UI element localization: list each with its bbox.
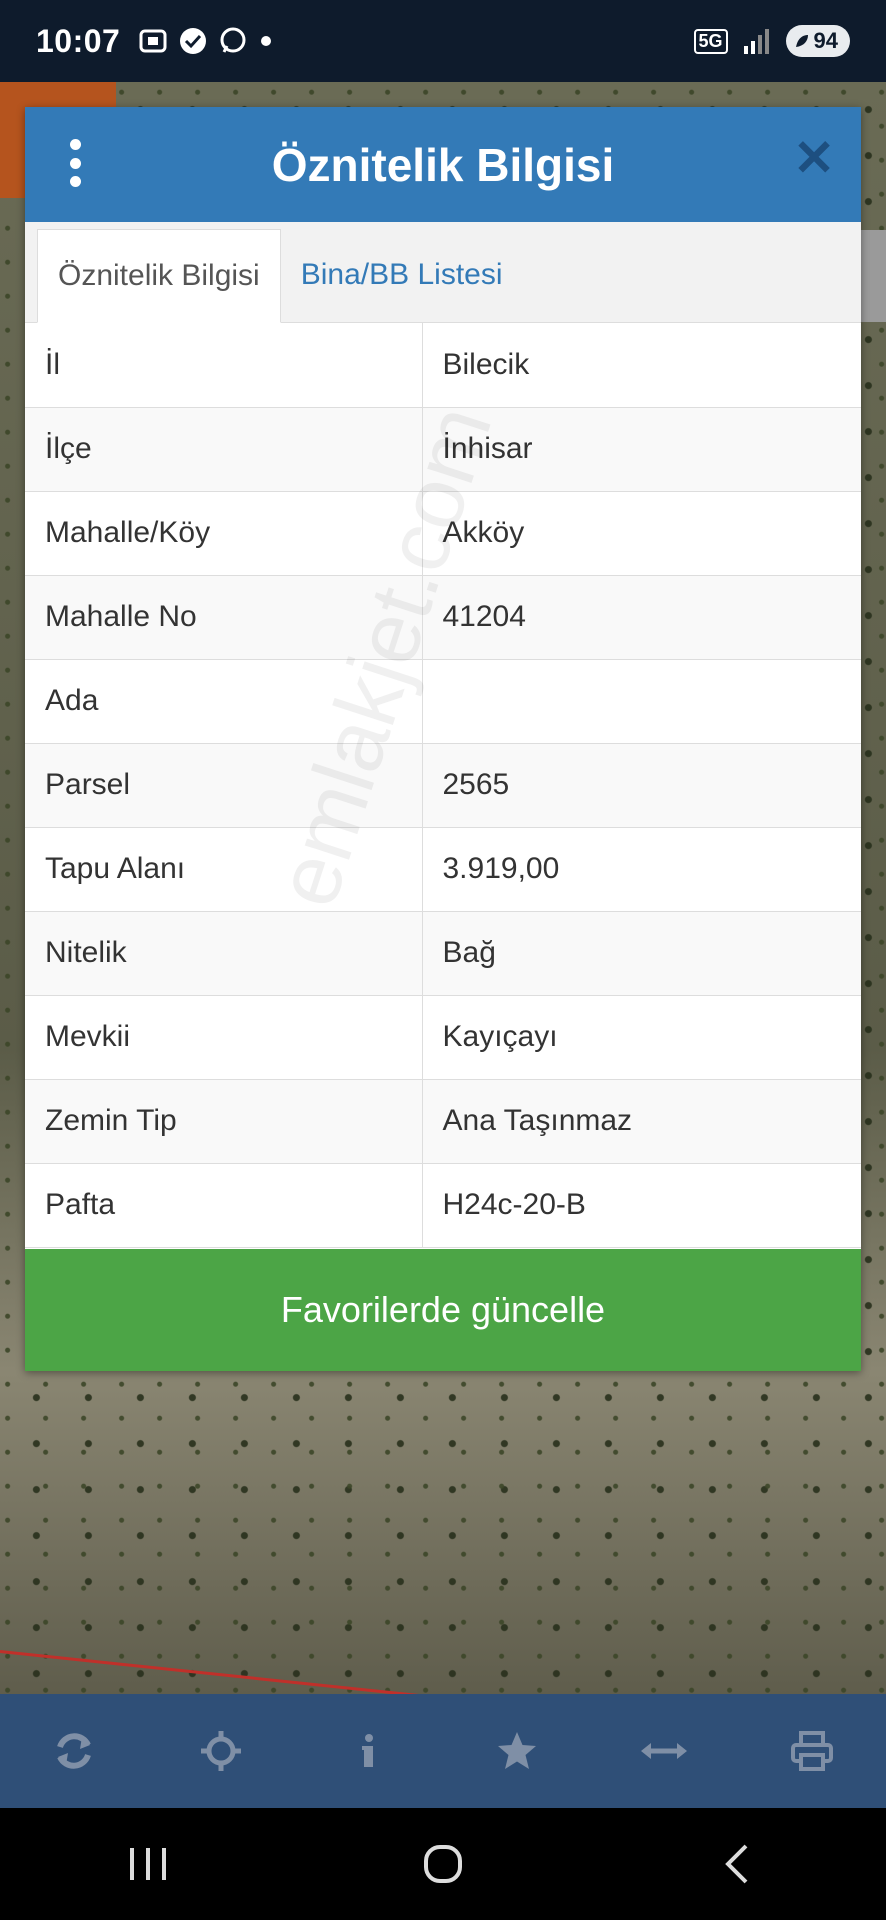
dialog-header: Öznitelik Bilgisi ✕ [25,107,861,222]
system-nav-bar [0,1808,886,1920]
info-icon[interactable] [339,1721,399,1781]
row-value: Bağ [422,911,861,996]
home-icon[interactable] [403,1834,483,1894]
tab-bar: Öznitelik Bilgisi Bina/BB Listesi [25,222,861,323]
row-key: Nitelik [25,911,423,996]
more-options-icon[interactable] [67,139,83,187]
update-favorites-button[interactable]: Favorilerde güncelle [25,1249,861,1371]
row-key: Tapu Alanı [25,827,423,912]
table-row: Mahalle No 41204 [25,575,861,660]
row-key: İl [25,323,423,408]
attribute-table: İl Bilecik İlçe İnhisar Mahalle/Köy Akköy M… [25,323,861,1248]
battery-indicator: 94 [785,25,850,57]
signal-icon [743,29,769,54]
row-value: Bilecik [422,323,861,408]
row-key: Parsel [25,743,423,828]
measure-arrows-icon[interactable] [634,1721,694,1781]
print-icon[interactable] [782,1721,842,1781]
row-value: Kayıçayı [422,995,861,1080]
check-circle-icon [180,28,207,54]
table-row: Parsel 2565 [25,743,861,828]
row-value [422,659,861,744]
table-row: Mahalle/Köy Akköy [25,491,861,576]
row-key: İlçe [25,407,423,492]
tab-building-list[interactable]: Bina/BB Listesi [281,228,523,322]
row-value: Akköy [422,491,861,576]
row-value: H24c-20-B [422,1163,861,1248]
row-value: 2565 [422,743,861,828]
notification-icons [138,26,274,56]
table-row: Pafta H24c-20-B [25,1163,861,1248]
map-side-control [860,230,886,322]
table-row: Mevkii Kayıçayı [25,995,861,1080]
row-key: Mahalle/Köy [25,491,423,576]
attribute-dialog: Öznitelik Bilgisi ✕ Öznitelik Bilgisi Bi… [25,107,861,1371]
status-time: 10:07 [36,22,121,59]
battery-level: 94 [813,28,838,53]
status-right: 5G 94 [693,25,850,57]
table-row: Tapu Alanı 3.919,00 [25,827,861,912]
row-key: Mevkii [25,995,423,1080]
row-key: Zemin Tip [25,1079,423,1164]
row-value: İnhisar [422,407,861,492]
map-toolbar [0,1694,886,1808]
row-value: Ana Taşınmaz [422,1079,861,1164]
table-row: İl Bilecik [25,323,861,408]
whatsapp-icon [220,27,246,53]
star-icon[interactable] [487,1721,547,1781]
row-key: Ada [25,659,423,744]
row-key: Pafta [25,1163,423,1248]
table-row: Nitelik Bağ [25,911,861,996]
recents-icon[interactable] [108,1834,188,1894]
screenshot-icon [139,29,167,53]
network-label: 5G [693,28,728,54]
back-icon[interactable] [698,1834,778,1894]
refresh-icon[interactable] [44,1721,104,1781]
table-row: İlçe İnhisar [25,407,861,492]
dialog-title: Öznitelik Bilgisi [271,138,615,191]
close-icon[interactable]: ✕ [793,133,835,183]
dot-icon [261,36,272,46]
row-key: Mahalle No [25,575,423,660]
table-row: Ada [25,659,861,744]
table-row: Zemin Tip Ana Taşınmaz [25,1079,861,1164]
tab-attributes[interactable]: Öznitelik Bilgisi [37,229,281,323]
status-bar: 10:07 5G 94 [0,0,886,82]
row-value: 3.919,00 [422,827,861,912]
battery-saver-icon [795,35,808,47]
crosshair-icon[interactable] [191,1721,251,1781]
row-value: 41204 [422,575,861,660]
